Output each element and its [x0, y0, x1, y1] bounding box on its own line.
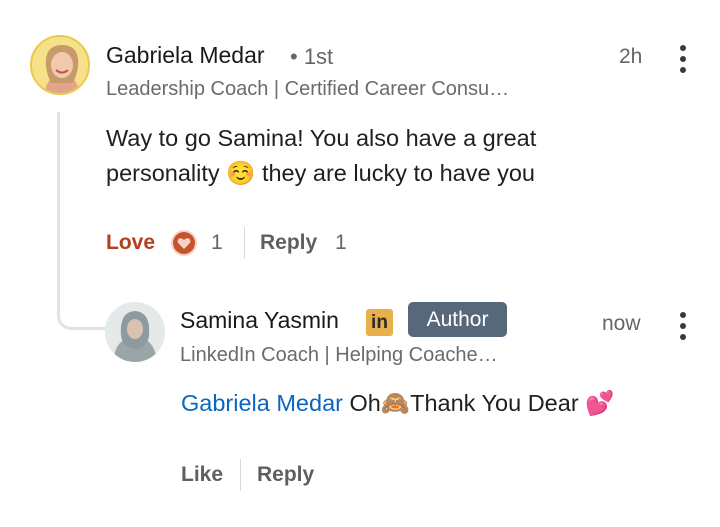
reply-button[interactable]: Reply: [257, 463, 314, 487]
action-divider: [244, 227, 245, 259]
reply-button[interactable]: Reply: [260, 231, 317, 255]
avatar-samina[interactable]: [105, 302, 165, 362]
reply-timestamp: now: [602, 312, 641, 335]
comment-more-options-icon[interactable]: [679, 45, 687, 73]
comment-body-line-1: Way to go Samina! You also have a great: [106, 125, 537, 151]
reply-author-headline: LinkedIn Coach | Helping Coache…: [180, 344, 498, 366]
action-divider: [240, 459, 241, 491]
comment-body: Way to go Samina! You also have a great …: [106, 121, 626, 191]
avatar-portrait-icon: [32, 37, 88, 93]
comment-body-line-2: personality ☺️ they are lucky to have yo…: [106, 160, 535, 186]
comment-author-name[interactable]: Gabriela Medar: [106, 42, 265, 69]
comment-author-headline: Leadership Coach | Certified Career Cons…: [106, 78, 510, 100]
avatar-gabriela[interactable]: [30, 35, 90, 95]
avatar-portrait-icon: [105, 302, 165, 362]
heart-icon: [171, 230, 197, 256]
reaction-count[interactable]: 1: [211, 231, 223, 255]
thread-connector-line: [57, 112, 107, 330]
like-button[interactable]: Like: [181, 463, 223, 487]
connection-degree: • 1st: [290, 44, 334, 69]
reply-more-options-icon[interactable]: [679, 312, 687, 340]
love-reaction-button[interactable]: Love: [106, 231, 155, 255]
reply-author-name[interactable]: Samina Yasmin: [180, 307, 339, 334]
comment-timestamp: 2h: [619, 45, 643, 68]
reply-body: Gabriela Medar Oh🙈Thank You Dear 💕: [181, 389, 614, 417]
mention-link[interactable]: Gabriela Medar: [181, 390, 343, 416]
author-badge: Author: [408, 302, 507, 337]
linkedin-premium-badge: in: [366, 309, 393, 336]
reply-body-text: Oh🙈Thank You Dear 💕: [342, 390, 615, 416]
reply-count[interactable]: 1: [335, 231, 347, 255]
